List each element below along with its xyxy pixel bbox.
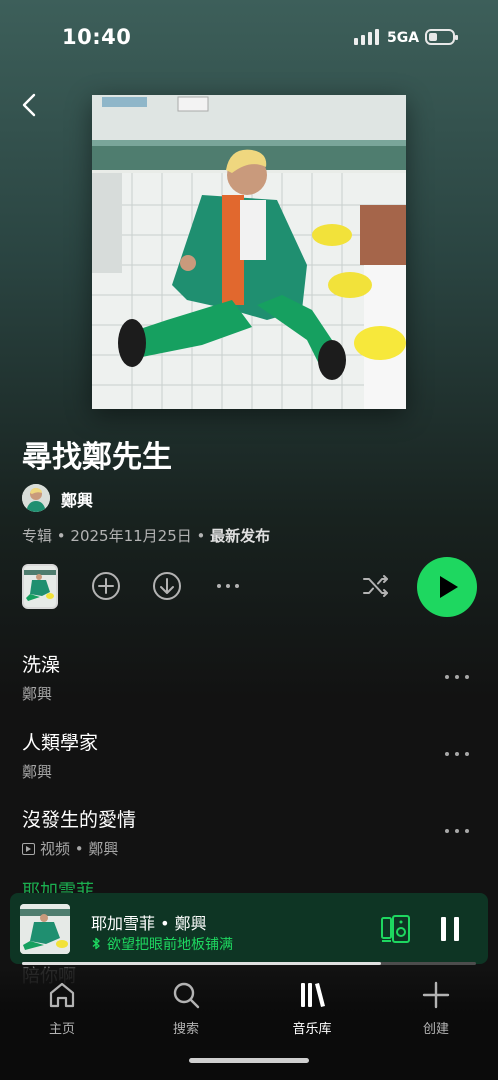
- release-date: 2025年11月25日: [70, 527, 192, 545]
- track-artist: 鄭興: [22, 685, 53, 703]
- track-subtitle: 视频 • 鄭興: [22, 838, 118, 859]
- video-icon: [22, 843, 35, 855]
- pause-icon[interactable]: [440, 916, 460, 942]
- bluetooth-icon: [92, 937, 100, 950]
- track-artist: 鄭興: [88, 840, 119, 858]
- play-button[interactable]: [417, 557, 477, 617]
- album-type: 专辑: [22, 527, 53, 545]
- plus-icon: [422, 981, 450, 1009]
- nav-label: 音乐库: [292, 1022, 332, 1037]
- mini-player-art: [20, 904, 70, 954]
- album-title: 尋找鄭先生: [22, 440, 172, 475]
- play-icon: [440, 576, 458, 598]
- network-label: 5GA: [387, 30, 420, 46]
- new-release-badge: 最新发布: [210, 527, 271, 545]
- battery-icon: [425, 29, 458, 45]
- album-meta: 专辑 • 2025年11月25日 • 最新发布: [22, 527, 271, 545]
- playback-progress-fill: [22, 962, 381, 965]
- search-icon: [173, 982, 200, 1009]
- artist-avatar[interactable]: [22, 484, 50, 512]
- track-more-icon[interactable]: [444, 828, 470, 834]
- track-more-icon[interactable]: [444, 674, 470, 680]
- home-indicator[interactable]: [189, 1058, 309, 1063]
- more-options-icon[interactable]: [212, 570, 244, 602]
- track-title[interactable]: 洗澡: [22, 650, 60, 677]
- mini-player[interactable]: 耶加雪菲 • 鄭興 欲望把眼前地板铺满: [10, 893, 488, 964]
- home-icon: [49, 982, 75, 1008]
- now-playing-title: 耶加雪菲 • 鄭興: [91, 914, 207, 933]
- connect-device-icon[interactable]: [380, 913, 412, 945]
- now-playing-device: 欲望把眼前地板铺满: [91, 934, 233, 954]
- track-title[interactable]: 沒發生的愛情: [22, 805, 136, 832]
- track-kind: 视频: [40, 840, 71, 858]
- bottom-nav: 主页 搜索 音乐库 创建: [0, 968, 498, 1080]
- status-time: 10:40: [62, 25, 132, 49]
- library-icon: [301, 983, 325, 1007]
- nav-create[interactable]: 创建: [386, 968, 486, 1048]
- artist-name[interactable]: 鄭興: [61, 487, 93, 511]
- track-artist: 鄭興: [22, 763, 53, 781]
- nav-label: 创建: [422, 1022, 449, 1037]
- nav-library[interactable]: 音乐库: [262, 968, 362, 1048]
- download-icon[interactable]: [151, 570, 183, 602]
- back-arrow-icon[interactable]: [16, 90, 44, 120]
- nav-home[interactable]: 主页: [12, 968, 112, 1048]
- nav-search[interactable]: 搜索: [136, 968, 236, 1048]
- nav-label: 主页: [48, 1022, 75, 1037]
- device-name: 欲望把眼前地板铺满: [107, 937, 233, 953]
- shuffle-icon[interactable]: [360, 570, 392, 602]
- nav-label: 搜索: [172, 1022, 199, 1037]
- track-title[interactable]: 人類學家: [22, 728, 98, 755]
- track-more-icon[interactable]: [444, 751, 470, 757]
- add-to-library-icon[interactable]: [90, 570, 122, 602]
- album-thumbnail[interactable]: [22, 564, 58, 609]
- album-cover: [92, 95, 406, 409]
- signal-icon: [354, 29, 379, 45]
